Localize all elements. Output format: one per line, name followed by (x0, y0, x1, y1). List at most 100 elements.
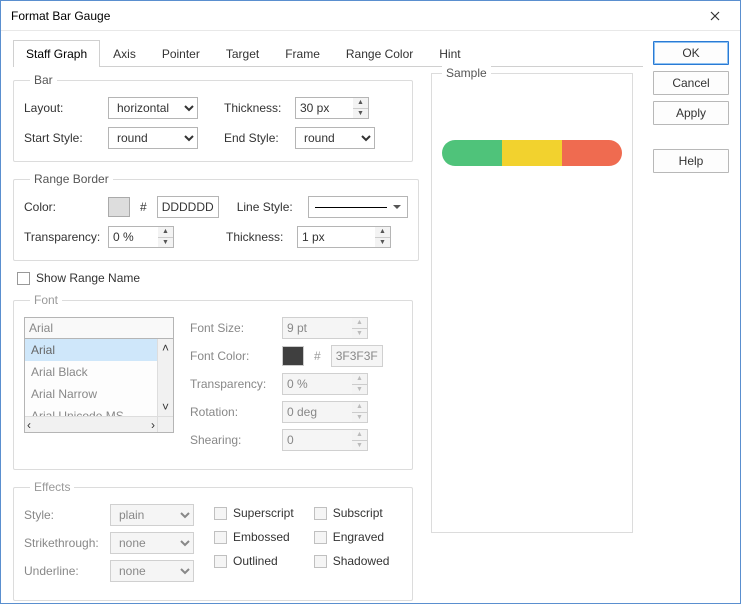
gauge-segment-green (442, 140, 502, 166)
subscript-checkbox[interactable]: Subscript (314, 506, 390, 520)
layout-select[interactable]: horizontal (108, 97, 198, 119)
scrollbar-vertical[interactable]: ˄˅ (157, 339, 173, 416)
spin-down[interactable]: ▼ (353, 109, 368, 119)
font-transparency-spinner[interactable]: ▲▼ (282, 373, 368, 395)
font-search-input[interactable] (24, 317, 174, 339)
line-style-select[interactable] (308, 196, 408, 218)
font-color-swatch[interactable] (282, 346, 304, 366)
color-hex-input[interactable] (157, 196, 219, 218)
engraved-checkbox[interactable]: Engraved (314, 530, 390, 544)
main-column: Staff Graph Axis Pointer Target Frame Ra… (13, 39, 643, 591)
scroll-up-icon: ˄ (162, 341, 169, 355)
spin-down[interactable]: ▼ (352, 413, 367, 423)
border-thickness-input[interactable] (297, 226, 375, 248)
scroll-left-icon: ‹ (27, 418, 31, 432)
strikethrough-select[interactable]: none (110, 532, 194, 554)
effects-col1: Style: plain Strikethrough: none Underli… (24, 504, 194, 588)
hash-symbol: # (136, 200, 151, 214)
superscript-checkbox[interactable]: Superscript (214, 506, 294, 520)
spin-up[interactable]: ▲ (353, 98, 368, 109)
close-button[interactable] (700, 6, 730, 26)
color-swatch[interactable] (108, 197, 130, 217)
thickness-input[interactable] (295, 97, 353, 119)
tab-axis[interactable]: Axis (100, 40, 149, 67)
tab-target[interactable]: Target (213, 40, 272, 67)
font-color-hex-input[interactable] (331, 345, 383, 367)
left-panel: Bar Layout: horizontal Thickness: ▲▼ Sta… (13, 73, 413, 611)
scrollbar-horizontal[interactable]: ‹› (25, 416, 157, 432)
tab-range-color[interactable]: Range Color (333, 40, 426, 67)
show-range-name-checkbox[interactable]: Show Range Name (17, 271, 413, 285)
spin-down[interactable]: ▼ (352, 329, 367, 339)
button-column: OK Cancel Apply Help (653, 39, 729, 591)
shearing-input[interactable] (282, 429, 352, 451)
gauge-segment-yellow (502, 140, 562, 166)
rotation-input[interactable] (282, 401, 352, 423)
font-list[interactable]: Arial Arial Black Arial Narrow Arial Uni… (24, 339, 174, 433)
font-size-input[interactable] (282, 317, 352, 339)
spin-down[interactable]: ▼ (352, 441, 367, 451)
font-left: Arial Arial Black Arial Narrow Arial Uni… (24, 317, 174, 457)
effects-group: Effects Style: plain Strikethrough: none… (13, 480, 413, 601)
font-option[interactable]: Arial Black (25, 361, 173, 383)
transparency-input[interactable] (108, 226, 158, 248)
end-style-select[interactable]: round (295, 127, 375, 149)
effects-col3: Subscript Engraved Shadowed (314, 504, 390, 588)
scroll-down-icon: ˅ (162, 400, 169, 414)
spin-up[interactable]: ▲ (158, 227, 173, 238)
spin-up[interactable]: ▲ (352, 402, 367, 413)
thickness-spinner[interactable]: ▲▼ (295, 97, 369, 119)
spin-down[interactable]: ▼ (158, 238, 173, 248)
scrollbar-corner (157, 416, 173, 432)
spin-up[interactable]: ▲ (352, 374, 367, 385)
outlined-checkbox[interactable]: Outlined (214, 554, 294, 568)
thickness-label: Thickness: (224, 101, 289, 115)
show-range-name-box[interactable] (17, 272, 30, 285)
spin-down[interactable]: ▼ (352, 385, 367, 395)
cancel-button[interactable]: Cancel (653, 71, 729, 95)
font-size-spinner[interactable]: ▲▼ (282, 317, 368, 339)
embossed-checkbox[interactable]: Embossed (214, 530, 294, 544)
shadowed-checkbox[interactable]: Shadowed (314, 554, 390, 568)
border-thickness-spinner[interactable]: ▲▼ (297, 226, 391, 248)
sample-box: Sample (431, 73, 633, 533)
underline-select[interactable]: none (110, 560, 194, 582)
start-style-select[interactable]: round (108, 127, 198, 149)
font-transparency-label: Transparency: (190, 377, 276, 391)
strikethrough-label: Strikethrough: (24, 536, 104, 550)
effects-col2: Superscript Embossed Outlined (214, 504, 294, 588)
ok-button[interactable]: OK (653, 41, 729, 65)
effect-style-select[interactable]: plain (110, 504, 194, 526)
font-option[interactable]: Arial (25, 339, 173, 361)
shearing-spinner[interactable]: ▲▼ (282, 429, 368, 451)
spin-up[interactable]: ▲ (352, 430, 367, 441)
chevron-down-icon (393, 205, 401, 209)
font-right: Font Size: ▲▼ Font Color: # Transparency… (190, 317, 383, 457)
gauge-segment-red (562, 140, 622, 166)
transparency-spinner[interactable]: ▲▼ (108, 226, 174, 248)
tab-hint[interactable]: Hint (426, 40, 473, 67)
scroll-right-icon: › (151, 418, 155, 432)
spin-up[interactable]: ▲ (352, 318, 367, 329)
font-option[interactable]: Arial Narrow (25, 383, 173, 405)
help-button[interactable]: Help (653, 149, 729, 173)
line-style-label: Line Style: (237, 200, 302, 214)
tab-strip: Staff Graph Axis Pointer Target Frame Ra… (13, 39, 643, 67)
rotation-label: Rotation: (190, 405, 276, 419)
font-transparency-input[interactable] (282, 373, 352, 395)
tab-body: Bar Layout: horizontal Thickness: ▲▼ Sta… (13, 73, 643, 611)
font-color-label: Font Color: (190, 349, 276, 363)
right-panel: Sample (423, 73, 633, 611)
spin-up[interactable]: ▲ (375, 227, 390, 238)
range-border-legend: Range Border (30, 172, 113, 186)
bar-group: Bar Layout: horizontal Thickness: ▲▼ Sta… (13, 73, 413, 162)
apply-button[interactable]: Apply (653, 101, 729, 125)
show-range-name-label: Show Range Name (36, 271, 140, 285)
sample-gauge (442, 140, 622, 166)
tab-pointer[interactable]: Pointer (149, 40, 213, 67)
spin-down[interactable]: ▼ (375, 238, 390, 248)
rotation-spinner[interactable]: ▲▼ (282, 401, 368, 423)
tab-frame[interactable]: Frame (272, 40, 333, 67)
tab-staff-graph[interactable]: Staff Graph (13, 40, 100, 67)
effects-legend: Effects (30, 480, 74, 494)
